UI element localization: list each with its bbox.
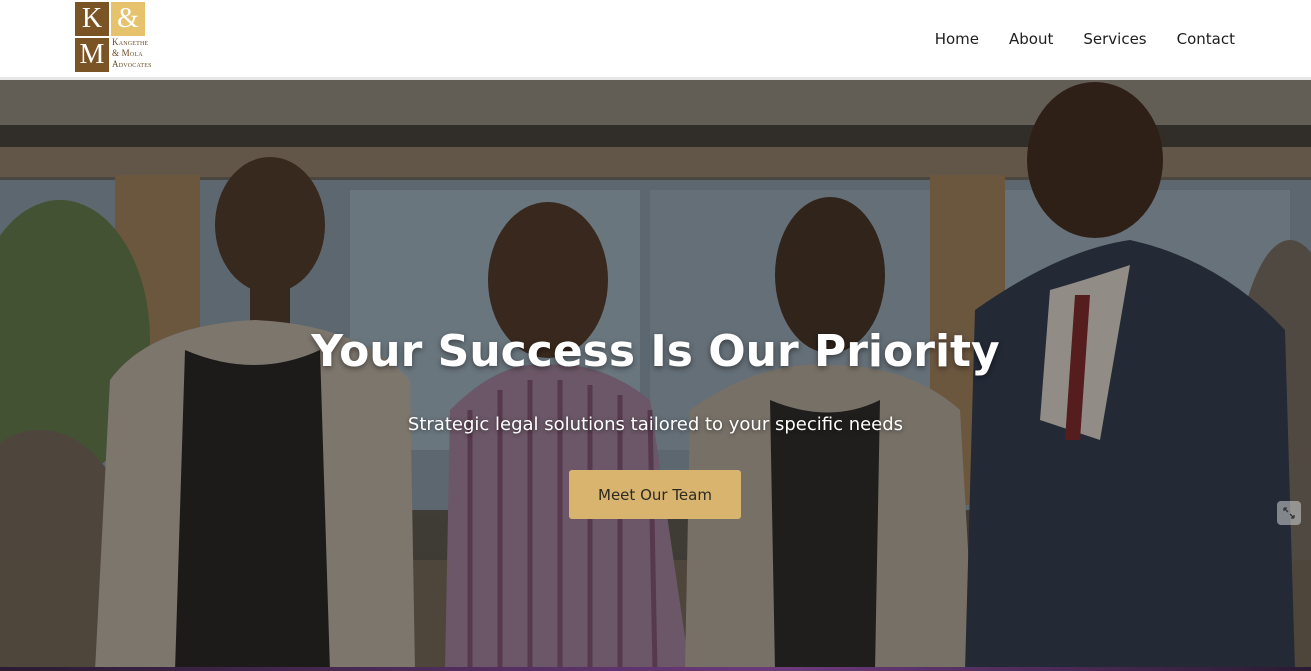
- logo-line-2: & Mola: [112, 48, 143, 58]
- nav-home[interactable]: Home: [935, 30, 979, 48]
- bottom-accent-strip: [0, 667, 1311, 671]
- logo-ampersand: &: [111, 2, 145, 36]
- expand-arrows-icon[interactable]: [1277, 501, 1301, 525]
- hero-section: Your Success Is Our Priority Strategic l…: [0, 80, 1311, 671]
- nav-contact[interactable]: Contact: [1177, 30, 1235, 48]
- main-nav: Home About Services Contact: [935, 30, 1235, 48]
- logo-letter-m: M: [75, 38, 109, 72]
- logo-line-1: Kangethe: [112, 37, 149, 47]
- hero-subtitle: Strategic legal solutions tailored to yo…: [407, 414, 904, 435]
- logo-wordmark: Kangethe & Mola Advocates: [112, 37, 152, 70]
- logo-letter-k: K: [75, 2, 109, 36]
- logo[interactable]: K & M Kangethe & Mola Advocates: [75, 2, 175, 74]
- hero-title: Your Success Is Our Priority: [311, 326, 1000, 377]
- nav-services[interactable]: Services: [1083, 30, 1146, 48]
- logo-line-3: Advocates: [112, 59, 152, 69]
- nav-about[interactable]: About: [1009, 30, 1053, 48]
- meet-our-team-button[interactable]: Meet Our Team: [569, 470, 741, 519]
- site-header: K & M Kangethe & Mola Advocates Home Abo…: [0, 0, 1311, 80]
